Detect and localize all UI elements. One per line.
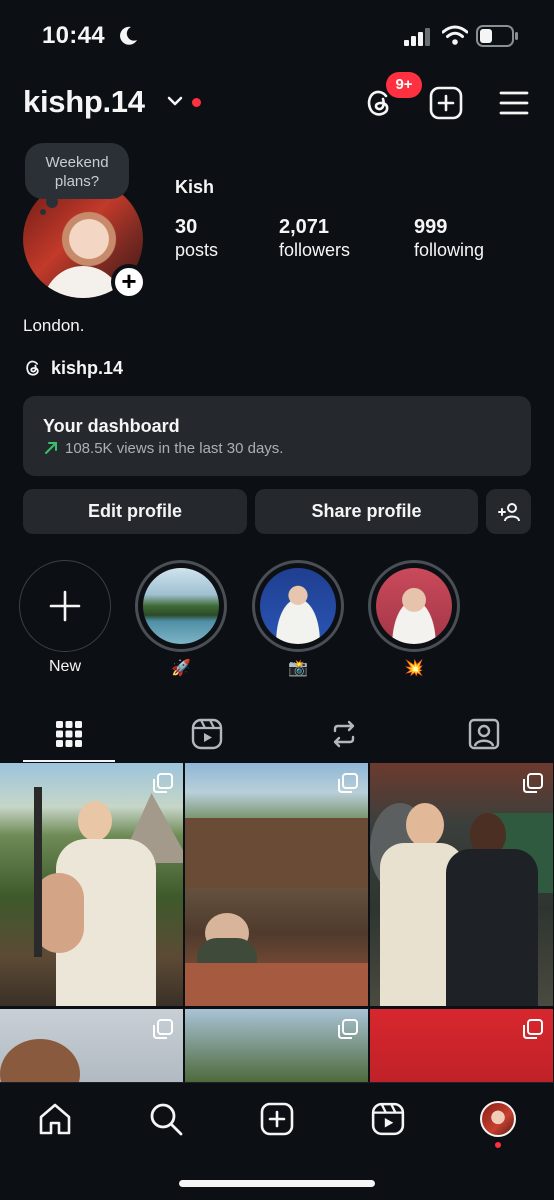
stat-label: posts [175, 240, 219, 260]
multi-post-icon [523, 1019, 543, 1039]
status-bar: 10:44 [0, 0, 554, 74]
multi-post-icon [153, 1019, 173, 1039]
tab-reels[interactable] [161, 706, 253, 762]
post-thumbnail[interactable] [370, 1009, 553, 1083]
status-time: 10:44 [42, 22, 105, 49]
professional-dashboard[interactable]: Your dashboard 108.5K views in the last … [23, 396, 531, 476]
chevron-down-icon[interactable] [167, 95, 183, 107]
stat-value: 999 [414, 216, 448, 238]
reels-icon [191, 718, 223, 750]
nav-search[interactable] [146, 1099, 186, 1139]
add-person-icon [497, 503, 520, 522]
dashboard-title: Your dashboard [43, 416, 180, 436]
reels-icon [371, 1102, 405, 1136]
dashboard-subtitle: 108.5K views in the last 30 days. [65, 440, 284, 457]
threads-handle: kishp.14 [51, 357, 124, 378]
posts-grid [0, 763, 554, 1083]
highlight-new-ring [19, 560, 111, 652]
threads-notification-badge: 9+ [386, 72, 422, 98]
nav-home[interactable] [35, 1099, 75, 1139]
wifi-icon [442, 25, 468, 45]
profile-tabs [0, 706, 554, 762]
tab-reposts[interactable] [298, 706, 390, 762]
nav-reels[interactable] [368, 1099, 408, 1139]
create-post-icon[interactable] [429, 86, 463, 120]
threads-profile-link[interactable]: kishp.14 [23, 356, 123, 380]
plus-icon [49, 590, 81, 622]
note-bubble-tail [46, 196, 58, 208]
highlight-item[interactable]: 📸 [252, 560, 344, 678]
multi-post-icon [338, 1019, 358, 1039]
menu-icon[interactable] [498, 88, 530, 118]
tagged-icon [468, 718, 500, 750]
share-profile-button[interactable]: Share profile [255, 489, 478, 534]
username-switcher[interactable]: kishp.14 [23, 84, 145, 120]
discover-people-button[interactable] [486, 489, 531, 534]
home-indicator[interactable] [179, 1180, 375, 1187]
active-tab-indicator [23, 760, 115, 762]
threads-icon [26, 360, 39, 376]
add-story-plus-icon[interactable]: + [111, 264, 147, 300]
tab-tagged[interactable] [438, 706, 530, 762]
post-thumbnail[interactable] [185, 1009, 368, 1083]
reposts-icon [333, 720, 355, 748]
grid-icon [56, 721, 82, 747]
battery-icon [476, 25, 518, 47]
highlight-label: 💥 [404, 660, 424, 677]
profile-header: kishp.14 9+ [0, 72, 554, 130]
display-name: Kish [175, 177, 215, 197]
multi-post-icon [338, 773, 358, 793]
highlight-item[interactable]: 🚀 [135, 560, 227, 678]
highlight-label: 🚀 [171, 660, 191, 677]
highlight-cover [376, 568, 452, 644]
post-thumbnail[interactable] [0, 763, 183, 1006]
tab-grid[interactable] [23, 706, 115, 762]
multi-post-icon [523, 773, 543, 793]
moon-icon [120, 26, 137, 45]
stat-label: following [414, 240, 485, 260]
highlight-new[interactable]: New [19, 560, 111, 678]
note-bubble-tail-small [40, 209, 46, 215]
stat-value: 2,071 [279, 216, 330, 238]
stat-value: 30 [175, 216, 198, 238]
trend-up-arrow-icon [45, 442, 57, 454]
stat-following[interactable]: 999 following [414, 216, 484, 262]
note-bubble[interactable]: Weekend plans? [25, 143, 129, 199]
highlight-item[interactable]: 💥 [368, 560, 460, 678]
notification-dot [495, 1142, 501, 1148]
post-thumbnail[interactable] [185, 763, 368, 1006]
notification-dot [192, 98, 201, 107]
highlight-cover [143, 568, 219, 644]
home-icon [39, 1103, 71, 1135]
highlight-label: New [48, 658, 81, 675]
post-thumbnail[interactable] [370, 763, 553, 1006]
nav-create[interactable] [257, 1099, 297, 1139]
cellular-signal-icon [404, 28, 430, 46]
stat-posts[interactable]: 30 posts [175, 216, 218, 262]
post-thumbnail[interactable] [0, 1009, 183, 1083]
bio-text: London. [23, 316, 85, 335]
profile-avatar-icon [480, 1101, 516, 1137]
multi-post-icon [153, 773, 173, 793]
stat-followers[interactable]: 2,071 followers [279, 216, 350, 262]
highlight-label: 📸 [288, 660, 308, 677]
stat-label: followers [279, 240, 351, 260]
nav-profile[interactable] [478, 1099, 518, 1139]
create-icon [260, 1102, 294, 1136]
highlight-cover [260, 568, 336, 644]
edit-profile-button[interactable]: Edit profile [23, 489, 247, 534]
search-icon [150, 1103, 183, 1136]
